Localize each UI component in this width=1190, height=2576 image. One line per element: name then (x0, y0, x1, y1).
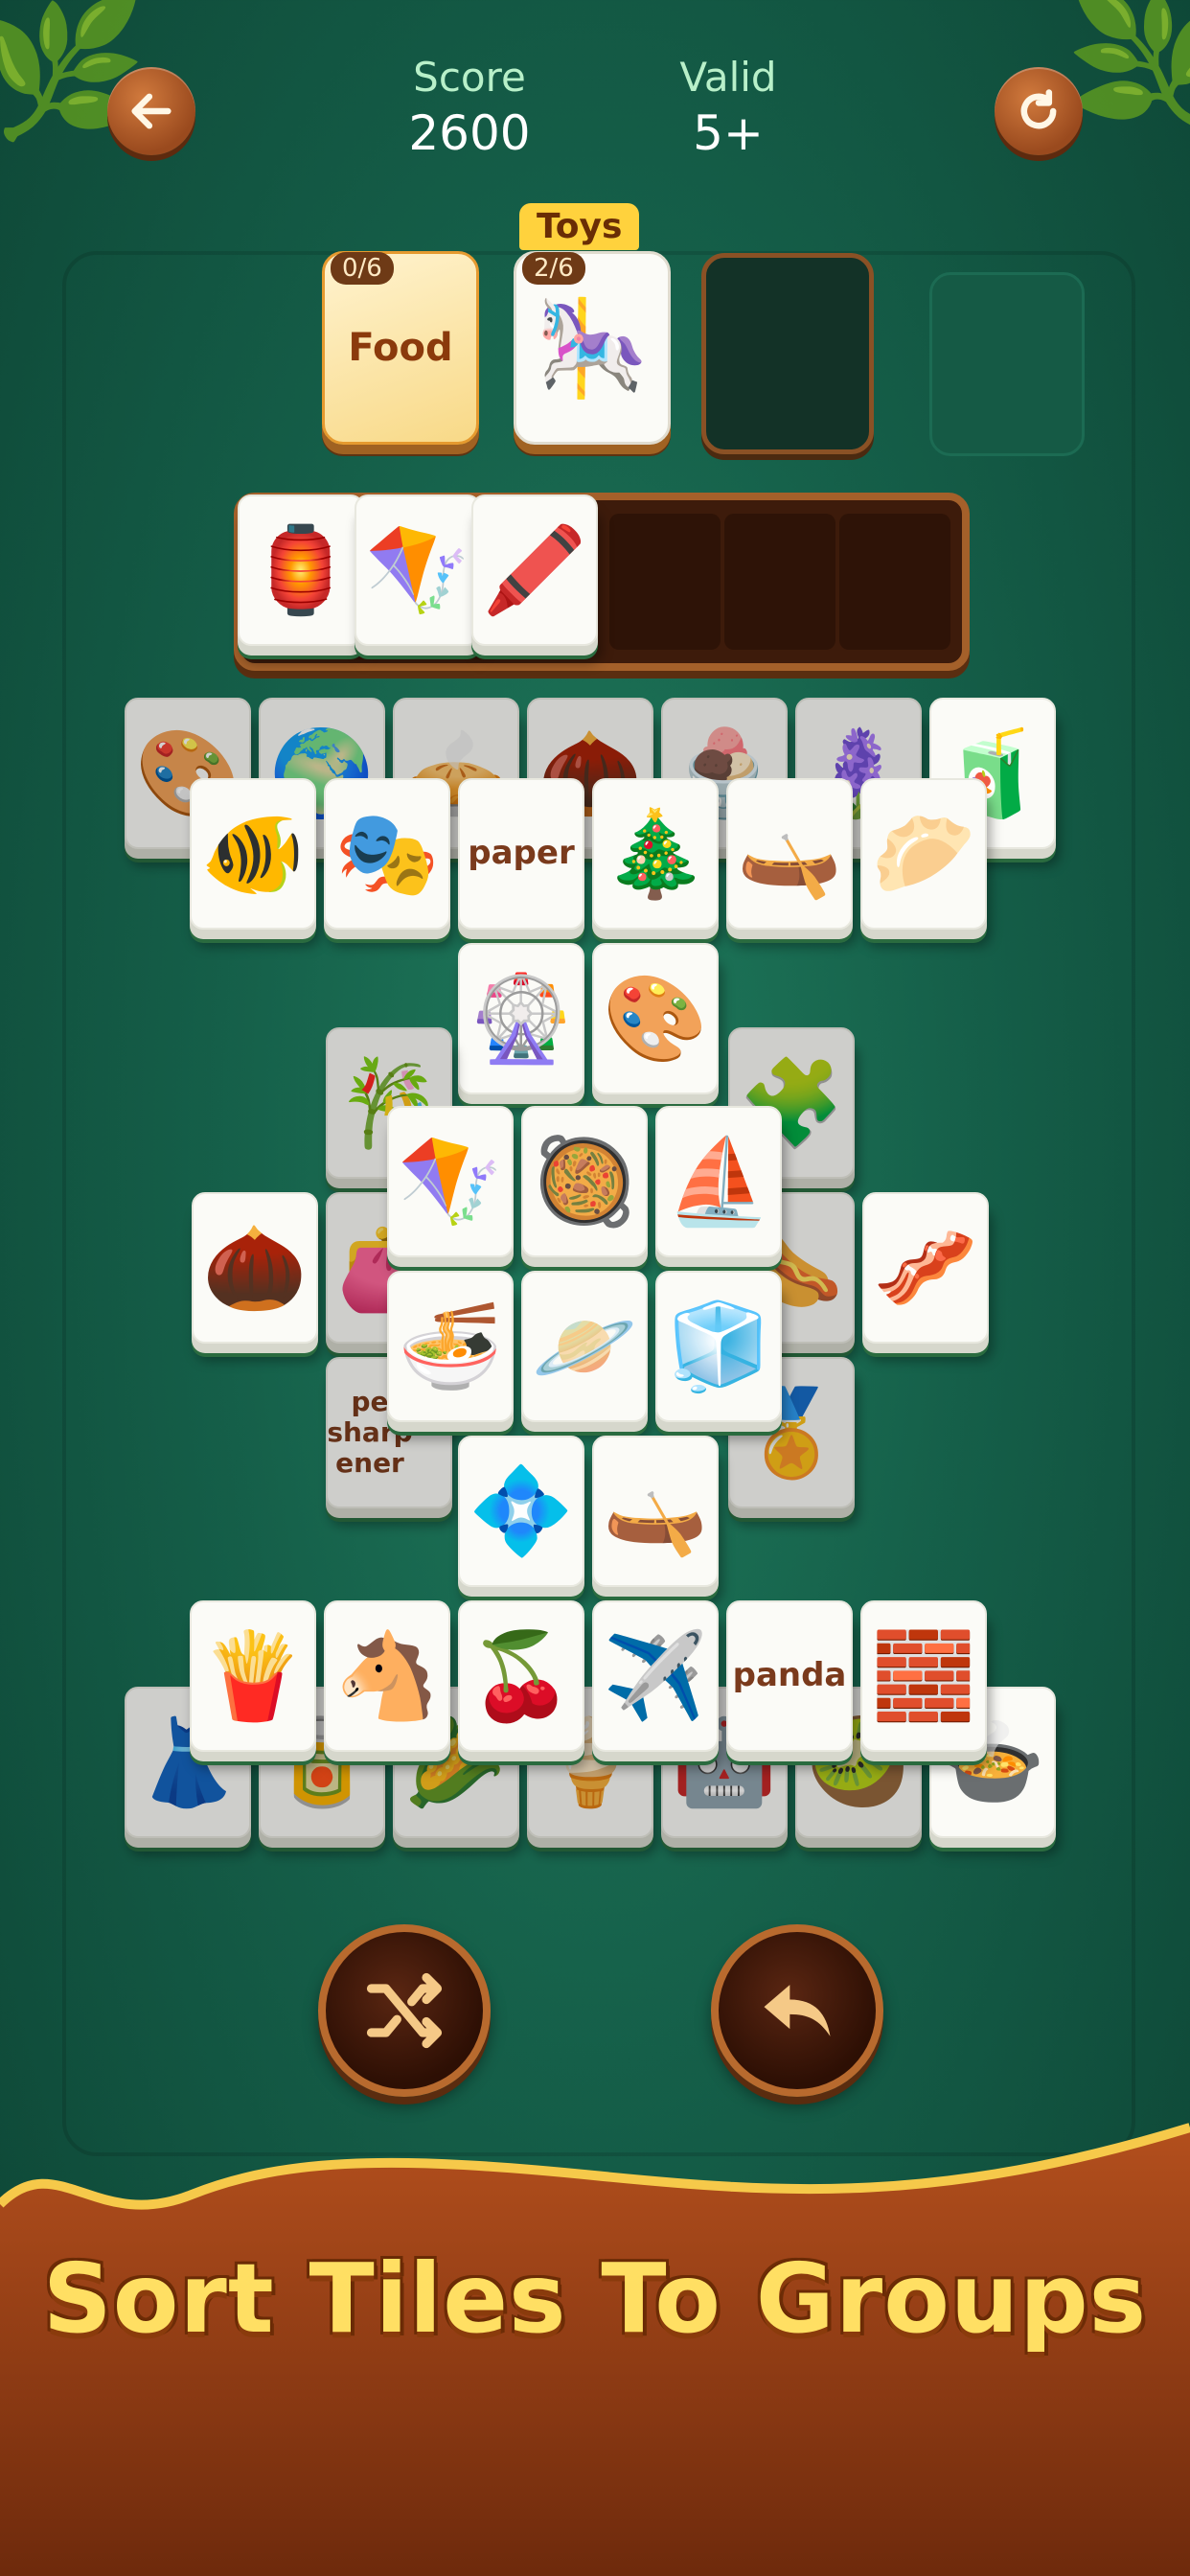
planet-icon: 🪐 (532, 1297, 637, 1395)
tile-lychee[interactable]: 🍒 (458, 1600, 584, 1752)
restart-button[interactable] (995, 67, 1083, 155)
group-count: 2/6 (522, 252, 585, 285)
tile-spring-rider[interactable]: 🐴 (324, 1600, 450, 1752)
valid-label: Valid (679, 54, 777, 101)
group-tag-toys: Toys (519, 203, 640, 250)
group-label: Food (348, 326, 453, 370)
tile-ornaments[interactable]: 🎄 (592, 778, 719, 930)
tile-airplane[interactable]: ✈️ (592, 1600, 719, 1752)
fries-icon: 🍟 (200, 1626, 306, 1725)
crayons-icon: 🖍️ (482, 520, 587, 619)
tile-boat[interactable]: 🛶 (592, 1436, 719, 1587)
tile-fries[interactable]: 🍟 (190, 1600, 316, 1752)
kite-icon: 🪁 (365, 520, 470, 619)
tile-aquarium[interactable]: 🐠 (190, 778, 316, 930)
score-value: 2600 (408, 105, 531, 161)
tile-panda[interactable]: panda (726, 1600, 853, 1752)
tile-planet[interactable]: 🪐 (521, 1271, 648, 1422)
tile-paella[interactable]: 🥘 (521, 1106, 648, 1257)
group-slot-food[interactable]: 0/6 Food (322, 251, 479, 445)
lychee-icon: 🍒 (469, 1626, 574, 1725)
bacon-icon: 🥓 (873, 1218, 978, 1317)
group-count: 0/6 (331, 252, 394, 285)
sailboat-icon: ⛵ (666, 1132, 771, 1230)
banner-title: Sort Tiles To Groups (42, 2242, 1148, 2355)
valid-value: 5+ (693, 105, 764, 161)
tile-palette[interactable]: 🎨 (592, 943, 719, 1094)
tile-carnival-mask[interactable]: 🎭 (324, 778, 450, 930)
shuffle-icon (366, 1972, 443, 2049)
tray-tile-lantern[interactable]: 🏮 (238, 494, 364, 646)
tray-cell-empty (839, 514, 950, 650)
kayak-icon: 🛶 (737, 804, 842, 903)
airplane-icon: ✈️ (603, 1626, 708, 1725)
score-label: Score (413, 54, 526, 101)
tile-paper[interactable]: paper (458, 778, 584, 930)
tray-tile-crayons[interactable]: 🖍️ (471, 494, 598, 646)
seesaw-icon: 🎠 (535, 293, 650, 402)
undo-icon (764, 1985, 831, 2036)
tile-ferris-wheel[interactable]: 🎡 (458, 943, 584, 1094)
tile-word: paper (468, 834, 575, 873)
bamboo-leaves-icon: 🌿 (1064, 0, 1190, 138)
back-button[interactable] (107, 67, 195, 155)
arrow-left-icon (131, 93, 172, 129)
tray-cell-empty (609, 514, 721, 650)
tray-cell-empty (724, 514, 835, 650)
palette-icon: 🎨 (603, 969, 708, 1068)
paper-star-icon: 💠 (469, 1461, 574, 1560)
group-slot-locked (929, 272, 1085, 456)
aquarium-icon: 🐠 (200, 804, 306, 903)
tile-kayak[interactable]: 🛶 (726, 778, 853, 930)
paella-icon: 🥘 (532, 1132, 637, 1230)
ramen-icon: 🍜 (398, 1297, 503, 1395)
lantern-icon: 🏮 (248, 520, 354, 619)
dumplings-icon: 🥟 (871, 804, 976, 903)
tile-paper-star[interactable]: 💠 (458, 1436, 584, 1587)
tray-tile-kite[interactable]: 🪁 (355, 494, 481, 646)
ferris-wheel-icon: 🎡 (469, 969, 574, 1068)
group-slot-toys[interactable]: 2/6 🎠 (514, 251, 671, 445)
kite-icon: 🪁 (398, 1132, 503, 1230)
shuffle-button[interactable] (318, 1924, 491, 2097)
restart-icon (1020, 89, 1057, 129)
tile-kite[interactable]: 🪁 (387, 1106, 514, 1257)
rubiks-cube-icon: 🧊 (666, 1297, 771, 1395)
tile-dumplings[interactable]: 🥟 (860, 778, 987, 930)
tile-building-blocks[interactable]: 🧱 (860, 1600, 987, 1752)
blocks-icon: 🧱 (871, 1626, 976, 1725)
hazelnut-icon: 🌰 (202, 1218, 308, 1317)
boat-icon: 🛶 (603, 1461, 708, 1560)
tile-rubiks-cube[interactable]: 🧊 (655, 1271, 782, 1422)
tile-sailboat[interactable]: ⛵ (655, 1106, 782, 1257)
tile-word: panda (732, 1656, 847, 1695)
tile-bacon-rolls[interactable]: 🥓 (862, 1192, 989, 1344)
tile-hazelnut[interactable]: 🌰 (192, 1192, 318, 1344)
group-slot-empty[interactable] (701, 253, 874, 454)
spring-rider-icon: 🐴 (334, 1626, 440, 1725)
undo-button[interactable] (711, 1924, 883, 2097)
mask-icon: 🎭 (334, 804, 440, 903)
tile-ramen[interactable]: 🍜 (387, 1271, 514, 1422)
ornaments-icon: 🎄 (603, 804, 708, 903)
